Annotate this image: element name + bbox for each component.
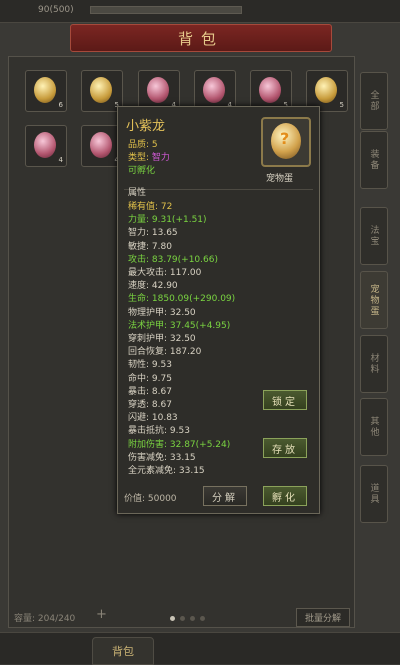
side-tab[interactable]: 全部	[360, 72, 388, 130]
page-dot[interactable]	[190, 616, 195, 621]
egg-icon	[203, 77, 225, 103]
gold-amount: 90(500)	[38, 5, 74, 15]
inventory-slot[interactable]: 6	[25, 70, 67, 112]
bottom-nav: 背包	[0, 632, 400, 665]
item-type-label: 类型:	[128, 153, 152, 163]
item-type-value: 智力	[151, 153, 170, 163]
batch-decompose-button[interactable]: 批量分解	[296, 608, 350, 627]
attribute-line: 伤害减免: 33.15	[128, 452, 196, 463]
egg-icon	[147, 77, 169, 103]
icon-label: 宠物蛋	[266, 174, 294, 184]
attribute-line: 回合恢复: 187.20	[128, 347, 202, 358]
page-title: 背包	[70, 24, 332, 52]
expand-capacity-button[interactable]: +	[96, 607, 107, 622]
item-detail-popup: 小紫龙 品质: 5 类型: 智力 可孵化 ? 宠物蛋 属性 稀有值: 72 力量:…	[117, 106, 320, 514]
hatchable-label: 可孵化	[128, 166, 156, 176]
attribute-line: 闪避: 10.83	[128, 413, 178, 424]
page-indicator	[170, 616, 205, 621]
store-button[interactable]: 存放	[263, 438, 307, 458]
attribute-line: 物理护甲: 32.50	[128, 307, 196, 318]
attribute-line: 稀有值: 72	[128, 202, 173, 212]
attribute-line: 敏捷: 7.80	[128, 241, 172, 252]
inventory-slot[interactable]: 4	[25, 125, 67, 167]
slot-count: 4	[58, 156, 63, 164]
attribute-line: 力量: 9.31(+1.51)	[128, 215, 207, 226]
attribute-line: 穿透: 8.67	[128, 400, 172, 410]
slot-count: 6	[58, 101, 63, 109]
item-quality: 品质: 5	[128, 140, 158, 150]
attribute-line: 生命: 1850.09(+290.09)	[128, 294, 236, 305]
attribute-line: 韧性: 9.53	[128, 360, 172, 371]
attribute-line: 最大攻击: 117.00	[128, 268, 202, 278]
attribute-line: 暴击: 8.67	[128, 386, 172, 397]
egg-icon	[259, 77, 281, 103]
side-tab[interactable]: 宠物蛋	[360, 271, 388, 329]
side-tab[interactable]: 材料	[360, 335, 388, 393]
page-dot[interactable]	[170, 616, 175, 621]
egg-icon	[34, 132, 56, 158]
egg-icon	[90, 77, 112, 103]
capacity-label: 容量: 204/240	[14, 614, 76, 624]
egg-icon	[315, 77, 337, 103]
pet-egg-icon: ?	[261, 117, 311, 167]
page-dot[interactable]	[180, 616, 185, 621]
egg-icon	[90, 132, 112, 158]
item-type: 类型: 智力	[128, 150, 170, 163]
attribute-line: 智力: 13.65	[128, 228, 178, 239]
page-dot[interactable]	[200, 616, 205, 621]
egg-icon	[34, 77, 56, 103]
side-tab[interactable]: 法宝	[360, 207, 388, 265]
side-tab[interactable]: 道具	[360, 465, 388, 523]
top-status-bar: 90(500)	[0, 0, 400, 23]
bottom-tab-bag[interactable]: 背包	[92, 637, 154, 665]
slot-count: 5	[339, 101, 344, 109]
lock-button[interactable]: 锁定	[263, 390, 307, 410]
attribute-line: 命中: 9.75	[128, 373, 172, 384]
attribute-line: 法术护甲: 37.45(+4.95)	[128, 320, 231, 331]
attribute-line: 穿刺护甲: 32.50	[128, 334, 196, 344]
decompose-button[interactable]: 分解	[203, 486, 247, 506]
attributes-header: 属性	[128, 188, 147, 198]
divider	[124, 189, 313, 190]
attribute-line: 速度: 42.90	[128, 281, 178, 292]
item-value: 价值: 50000	[124, 494, 177, 504]
side-tab[interactable]: 其他	[360, 398, 388, 456]
attribute-line: 附加伤害: 32.87(+5.24)	[128, 439, 231, 450]
attribute-line: 全元素减免: 33.15	[128, 466, 205, 476]
attribute-line: 攻击: 83.79(+10.66)	[128, 254, 218, 265]
hatch-button[interactable]: 孵化	[263, 486, 307, 506]
experience-bar	[90, 6, 242, 14]
attribute-line: 暴击抵抗: 9.53	[128, 426, 190, 437]
item-name: 小紫龙	[126, 119, 166, 134]
side-tab[interactable]: 装备	[360, 131, 388, 189]
